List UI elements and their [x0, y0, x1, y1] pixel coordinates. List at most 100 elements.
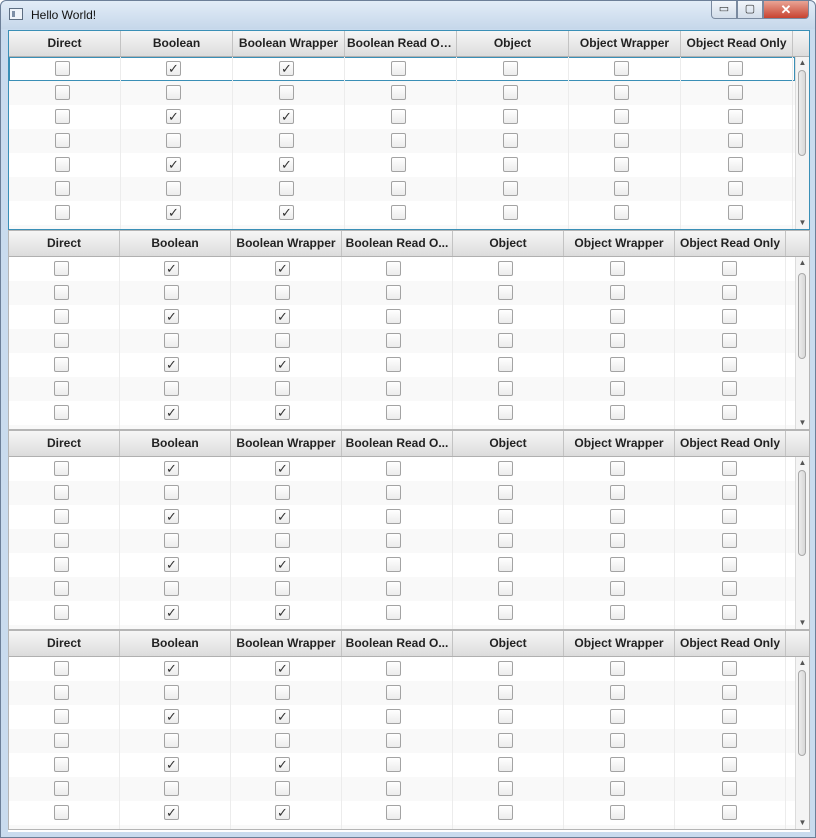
checkbox-unchecked[interactable] [166, 181, 181, 196]
column-header[interactable]: Boolean [120, 431, 231, 456]
checkbox-unchecked[interactable] [610, 261, 625, 276]
checkbox-checked[interactable]: ✓ [275, 405, 290, 420]
checkbox-unchecked[interactable] [275, 285, 290, 300]
table-row[interactable] [9, 577, 795, 601]
checkbox-checked[interactable]: ✓ [275, 709, 290, 724]
checkbox-unchecked[interactable] [614, 61, 629, 76]
checkbox-unchecked[interactable] [722, 805, 737, 820]
checkbox-unchecked[interactable] [610, 605, 625, 620]
checkbox-checked[interactable]: ✓ [275, 261, 290, 276]
checkbox-unchecked[interactable] [54, 733, 69, 748]
checkbox-unchecked[interactable] [386, 709, 401, 724]
maximize-button[interactable]: ▢ [737, 1, 763, 19]
checkbox-checked[interactable]: ✓ [164, 557, 179, 572]
checkbox-unchecked[interactable] [386, 533, 401, 548]
checkbox-unchecked[interactable] [722, 381, 737, 396]
checkbox-unchecked[interactable] [614, 109, 629, 124]
checkbox-unchecked[interactable] [722, 357, 737, 372]
column-header[interactable]: Boolean Wrapper [231, 631, 342, 656]
checkbox-unchecked[interactable] [391, 133, 406, 148]
checkbox-unchecked[interactable] [275, 485, 290, 500]
checkbox-unchecked[interactable] [722, 757, 737, 772]
checkbox-unchecked[interactable] [610, 357, 625, 372]
column-header[interactable]: Object [453, 631, 564, 656]
checkbox-unchecked[interactable] [164, 733, 179, 748]
checkbox-unchecked[interactable] [722, 261, 737, 276]
column-header[interactable]: Boolean Wrapper [231, 431, 342, 456]
checkbox-unchecked[interactable] [610, 333, 625, 348]
scroll-thumb[interactable] [798, 70, 806, 156]
checkbox-checked[interactable]: ✓ [166, 205, 181, 220]
scroll-up-icon[interactable]: ▲ [796, 457, 809, 469]
checkbox-unchecked[interactable] [164, 285, 179, 300]
checkbox-unchecked[interactable] [498, 309, 513, 324]
checkbox-unchecked[interactable] [498, 485, 513, 500]
scroll-down-icon[interactable]: ▼ [796, 417, 809, 429]
table-row[interactable] [9, 529, 795, 553]
checkbox-unchecked[interactable] [503, 157, 518, 172]
column-header[interactable]: Object Read Only [675, 631, 786, 656]
scroll-up-icon[interactable]: ▲ [796, 57, 809, 69]
checkbox-table-4[interactable]: Direct Boolean Boolean Wrapper Boolean Read… [8, 630, 810, 830]
table-row[interactable] [9, 729, 795, 753]
checkbox-unchecked[interactable] [728, 109, 743, 124]
checkbox-unchecked[interactable] [498, 661, 513, 676]
checkbox-unchecked[interactable] [275, 333, 290, 348]
checkbox-unchecked[interactable] [610, 557, 625, 572]
checkbox-unchecked[interactable] [275, 381, 290, 396]
checkbox-unchecked[interactable] [498, 381, 513, 396]
checkbox-unchecked[interactable] [610, 509, 625, 524]
column-header[interactable]: Direct [9, 631, 120, 656]
checkbox-checked[interactable]: ✓ [164, 357, 179, 372]
checkbox-unchecked[interactable] [166, 85, 181, 100]
checkbox-unchecked[interactable] [164, 381, 179, 396]
checkbox-unchecked[interactable] [391, 61, 406, 76]
column-header[interactable]: Object Read Only [681, 31, 793, 56]
checkbox-unchecked[interactable] [279, 85, 294, 100]
checkbox-checked[interactable]: ✓ [275, 461, 290, 476]
column-header[interactable]: Boolean [120, 631, 231, 656]
checkbox-unchecked[interactable] [275, 781, 290, 796]
checkbox-checked[interactable]: ✓ [275, 557, 290, 572]
checkbox-unchecked[interactable] [164, 829, 179, 830]
checkbox-unchecked[interactable] [275, 533, 290, 548]
scroll-down-icon[interactable]: ▼ [796, 617, 809, 629]
checkbox-unchecked[interactable] [54, 533, 69, 548]
checkbox-unchecked[interactable] [54, 685, 69, 700]
checkbox-unchecked[interactable] [54, 509, 69, 524]
checkbox-unchecked[interactable] [164, 685, 179, 700]
title-bar[interactable]: Hello World! ▭ ▢ ✕ [1, 1, 815, 29]
table-row[interactable]: ✓ ✓ [9, 105, 795, 129]
table-row[interactable]: ✓ ✓ [9, 753, 795, 777]
checkbox-unchecked[interactable] [498, 805, 513, 820]
column-header[interactable]: Object Wrapper [564, 631, 675, 656]
table-row[interactable]: ✓ ✓ [9, 201, 795, 225]
checkbox-unchecked[interactable] [610, 829, 625, 830]
checkbox-checked[interactable]: ✓ [275, 309, 290, 324]
checkbox-unchecked[interactable] [275, 829, 290, 830]
checkbox-checked[interactable]: ✓ [275, 661, 290, 676]
column-header[interactable]: Object [457, 31, 569, 56]
checkbox-checked[interactable]: ✓ [275, 757, 290, 772]
column-header[interactable]: Object Read Only [675, 431, 786, 456]
checkbox-unchecked[interactable] [54, 405, 69, 420]
checkbox-checked[interactable]: ✓ [166, 109, 181, 124]
checkbox-unchecked[interactable] [722, 333, 737, 348]
checkbox-checked[interactable]: ✓ [164, 605, 179, 620]
column-header[interactable]: Object [453, 431, 564, 456]
checkbox-unchecked[interactable] [391, 85, 406, 100]
checkbox-unchecked[interactable] [164, 533, 179, 548]
table-row[interactable]: ✓ ✓ [9, 457, 795, 481]
table-row[interactable]: ✓ ✓ [9, 801, 795, 825]
checkbox-unchecked[interactable] [386, 261, 401, 276]
checkbox-unchecked[interactable] [722, 605, 737, 620]
table-row[interactable]: ✓ ✓ [9, 705, 795, 729]
table-row[interactable]: ✓ ✓ [9, 353, 795, 377]
checkbox-unchecked[interactable] [386, 781, 401, 796]
checkbox-unchecked[interactable] [164, 333, 179, 348]
column-header[interactable]: Boolean [120, 231, 231, 256]
scroll-down-icon[interactable]: ▼ [796, 217, 809, 229]
vertical-scrollbar[interactable]: ▲ ▼ [795, 657, 809, 829]
checkbox-unchecked[interactable] [610, 381, 625, 396]
checkbox-unchecked[interactable] [391, 181, 406, 196]
